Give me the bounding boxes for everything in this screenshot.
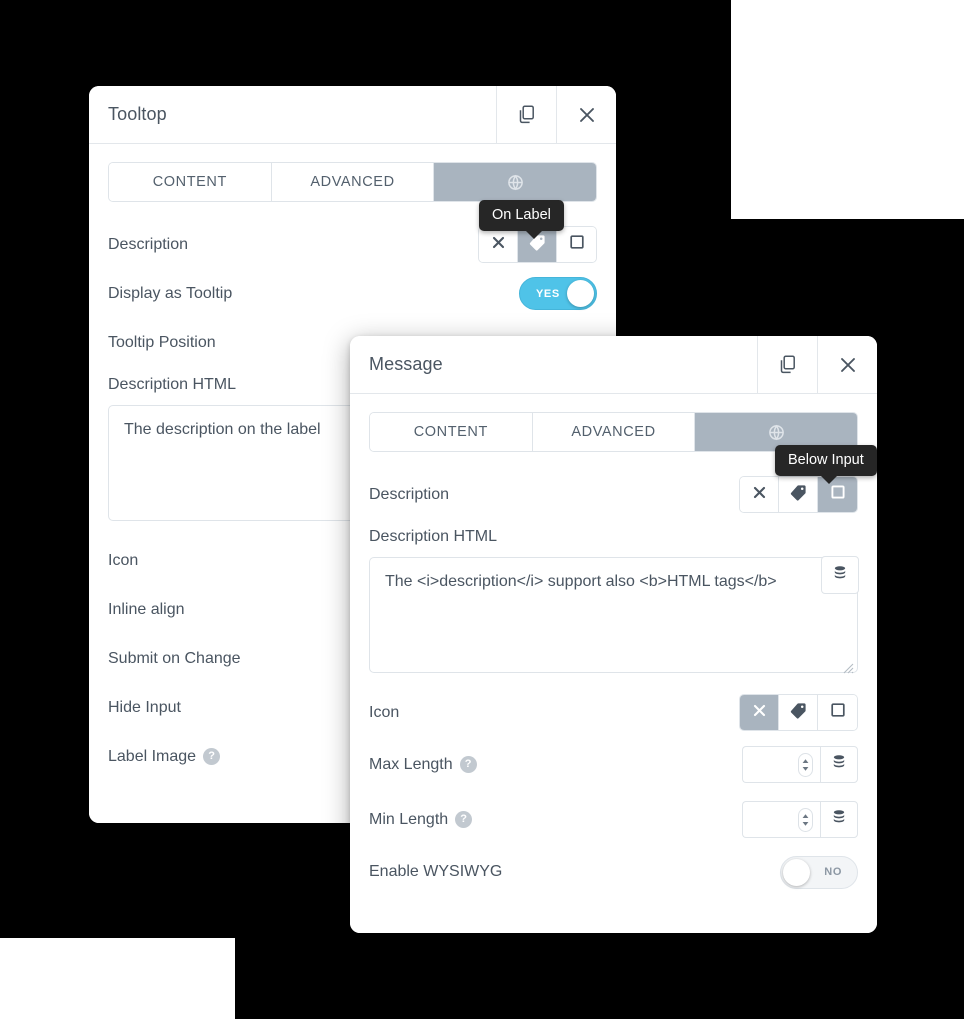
description-html-datasource-button[interactable] xyxy=(821,556,859,594)
switch-knob xyxy=(783,858,810,886)
row-display-as-tooltip: Display as Tooltip YES xyxy=(108,269,597,318)
row-description: Description xyxy=(369,470,858,519)
dialog-title: Message xyxy=(369,354,443,374)
description-tag-option[interactable] xyxy=(779,477,818,512)
square-icon xyxy=(830,702,846,723)
tab-bar: CONTENT ADVANCED xyxy=(108,162,597,202)
description-html-textarea[interactable] xyxy=(369,557,858,673)
row-label: Description xyxy=(108,235,189,253)
tab-advanced[interactable]: ADVANCED xyxy=(532,413,696,451)
close-icon xyxy=(838,355,858,375)
square-icon xyxy=(830,484,846,505)
dialog-title: Tooltop xyxy=(108,104,167,124)
description-box-option[interactable] xyxy=(557,227,596,262)
min-length-input[interactable] xyxy=(742,801,820,838)
row-label: Max Length ? xyxy=(369,756,742,774)
max-length-datasource-button[interactable] xyxy=(820,746,858,783)
description-position-segmented xyxy=(739,476,858,513)
tab-label: CONTENT xyxy=(413,424,488,440)
row-label: Description HTML xyxy=(369,528,498,545)
max-length-input[interactable] xyxy=(742,746,820,783)
row-description-html-label: Description HTML xyxy=(369,519,858,555)
close-icon xyxy=(752,485,767,505)
duplicate-button[interactable] xyxy=(496,86,556,143)
row-label: Description xyxy=(369,485,450,503)
description-none-option[interactable] xyxy=(740,477,779,512)
enable-wysiwyg-switch[interactable]: NO xyxy=(780,855,858,889)
icon-box-option[interactable] xyxy=(818,695,857,730)
dialog-message: Message CONTENT ADVANCED Description Des… xyxy=(350,336,877,933)
row-label-text: Max Length xyxy=(369,755,453,773)
switch-label: YES xyxy=(536,287,560,300)
min-length-field xyxy=(742,801,858,838)
row-max-length: Max Length ? xyxy=(369,737,858,792)
tab-global[interactable] xyxy=(434,163,596,201)
row-label: Display as Tooltip xyxy=(108,284,233,302)
close-button[interactable] xyxy=(556,86,616,143)
dialog-header: Tooltop xyxy=(89,86,616,144)
tooltip-below-input: Below Input xyxy=(775,445,877,484)
tooltip-text: Below Input xyxy=(788,452,864,468)
tab-content[interactable]: CONTENT xyxy=(370,413,533,451)
display-as-tooltip-switch[interactable]: YES xyxy=(519,277,597,310)
help-icon[interactable]: ? xyxy=(203,748,221,765)
globe-icon xyxy=(768,424,785,441)
row-icon: Icon xyxy=(369,688,858,737)
tab-content[interactable]: CONTENT xyxy=(109,163,272,201)
database-icon xyxy=(832,565,848,586)
tag-icon xyxy=(790,484,807,506)
min-length-datasource-button[interactable] xyxy=(820,801,858,838)
icon-none-option[interactable] xyxy=(740,695,779,730)
help-icon[interactable]: ? xyxy=(455,811,473,828)
close-button[interactable] xyxy=(817,336,877,393)
spinner-arrows-icon[interactable] xyxy=(798,752,813,777)
max-length-field xyxy=(742,746,858,783)
spinner-arrows-icon[interactable] xyxy=(798,807,813,832)
tooltip-on-label: On Label xyxy=(479,200,564,239)
background-plate-top-right xyxy=(731,0,964,219)
switch-label: NO xyxy=(824,866,842,878)
icon-position-segmented xyxy=(739,694,858,731)
row-label-text: Label Image xyxy=(108,747,197,765)
tooltip-text: On Label xyxy=(492,207,551,223)
row-label: Min Length ? xyxy=(369,811,742,829)
dialog-header: Message xyxy=(350,336,877,394)
help-icon[interactable]: ? xyxy=(459,756,477,773)
close-icon xyxy=(491,235,506,255)
tag-icon xyxy=(790,702,807,724)
copy-icon xyxy=(778,354,798,375)
globe-icon xyxy=(507,174,524,191)
close-icon xyxy=(752,703,767,723)
icon-tag-option[interactable] xyxy=(779,695,818,730)
duplicate-button[interactable] xyxy=(757,336,817,393)
database-icon xyxy=(831,809,847,830)
description-none-option[interactable] xyxy=(479,227,518,262)
screenshot-canvas: Tooltop CONTENT ADVANCED Description Dis… xyxy=(0,0,964,1019)
tab-label: CONTENT xyxy=(152,174,227,190)
close-icon xyxy=(577,105,597,125)
tab-advanced[interactable]: ADVANCED xyxy=(271,163,435,201)
row-label: Icon xyxy=(369,703,400,721)
copy-icon xyxy=(517,104,537,125)
description-html-field xyxy=(369,556,859,678)
square-icon xyxy=(569,234,585,255)
background-plate-bottom-left xyxy=(0,938,235,1019)
row-label-text: Min Length xyxy=(369,810,449,828)
tab-label: ADVANCED xyxy=(571,424,656,440)
row-label: Enable WYSIWYG xyxy=(369,863,503,880)
database-icon xyxy=(831,754,847,775)
row-min-length: Min Length ? xyxy=(369,792,858,847)
row-enable-wysiwyg: Enable WYSIWYG NO xyxy=(369,847,858,897)
switch-knob xyxy=(567,280,594,307)
tab-label: ADVANCED xyxy=(310,174,395,190)
